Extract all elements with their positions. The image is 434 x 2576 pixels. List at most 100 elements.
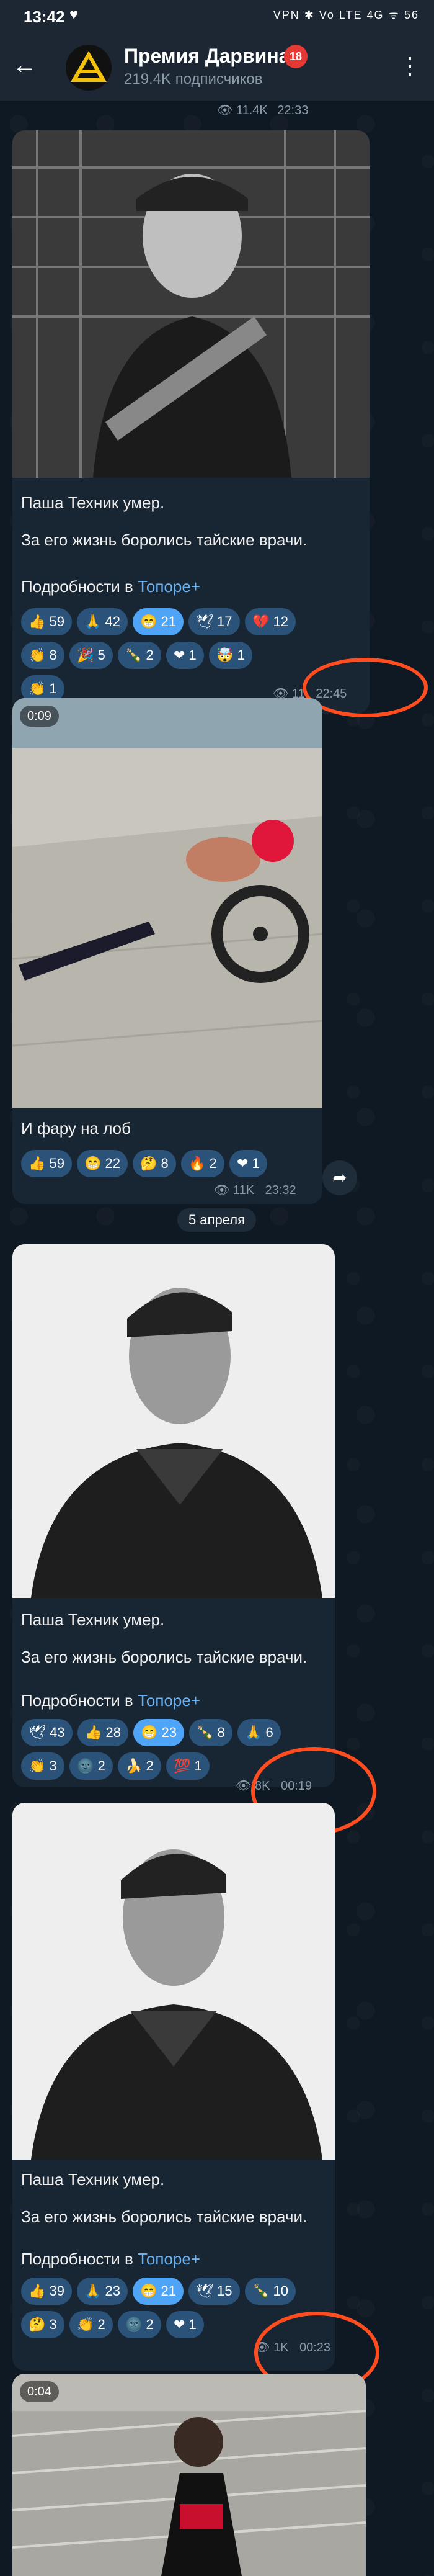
views-icon: 👁 [214, 1183, 230, 1197]
message-photo[interactable] [12, 1244, 335, 1598]
reaction-chip[interactable]: 🕊 17 [188, 608, 240, 635]
reaction-count: 43 [45, 1725, 65, 1740]
reaction-chip[interactable]: ❤ 1 [166, 2311, 204, 2338]
reaction-emoji-icon: 😁 [140, 614, 157, 629]
details-link[interactable]: Топоре+ [138, 2250, 200, 2268]
details-prefix: Подробности в [21, 577, 138, 596]
reaction-chip[interactable]: 🤯 1 [209, 642, 252, 669]
reaction-count: 10 [269, 2283, 288, 2299]
share-button[interactable]: ➦ [322, 1160, 357, 1195]
reaction-chip[interactable]: 👏 3 [21, 1752, 64, 1780]
reaction-emoji-icon: 👏 [77, 2317, 94, 2332]
message-bubble[interactable]: Паша Техник умер. За его жизнь боролись … [12, 1244, 335, 1787]
reaction-emoji-icon: 🙏 [84, 614, 102, 629]
reaction-count: 2 [205, 1156, 217, 1171]
reaction-emoji-icon: 👍 [29, 614, 46, 629]
video-duration: 0:04 [20, 2381, 59, 2402]
details-link[interactable]: Топоре+ [138, 1691, 200, 1710]
reaction-chip[interactable]: 🙏 42 [77, 608, 128, 635]
reaction-chip[interactable]: 🎉 5 [69, 642, 113, 669]
details-prefix: Подробности в [21, 2250, 138, 2268]
message-video[interactable]: 0:09 [12, 698, 322, 1108]
reaction-count: 8 [213, 1725, 225, 1740]
reaction-chip[interactable]: 😁 21 [133, 2278, 184, 2305]
reaction-count: 42 [101, 614, 120, 629]
message-video[interactable]: 0:04 [12, 2374, 366, 2576]
reaction-chip[interactable]: 👏 8 [21, 642, 64, 669]
reaction-chip[interactable]: 😁 21 [133, 608, 184, 635]
reaction-count: 1 [185, 2317, 197, 2332]
reaction-emoji-icon: 👍 [29, 1156, 46, 1171]
reaction-chip[interactable]: 🙏 23 [77, 2278, 128, 2305]
reaction-count: 12 [269, 614, 288, 629]
reaction-chip[interactable]: 👏 2 [69, 2311, 113, 2338]
reaction-count: 8 [157, 1156, 169, 1171]
reaction-chip[interactable]: 🔥 2 [181, 1150, 224, 1177]
reaction-count: 17 [213, 614, 232, 629]
details-link[interactable]: Топоре+ [138, 577, 200, 596]
reaction-emoji-icon: 🕊 [196, 2283, 213, 2299]
reaction-chip[interactable]: 🕊 15 [188, 2278, 240, 2305]
reaction-chip[interactable]: 🍾 8 [189, 1719, 232, 1746]
reaction-count: 2 [142, 647, 154, 663]
reaction-emoji-icon: 🌚 [77, 1758, 94, 1774]
reaction-chip[interactable]: 🤔 8 [133, 1150, 176, 1177]
reaction-count: 23 [101, 2283, 120, 2299]
reaction-chip[interactable]: 👍 59 [21, 1150, 72, 1177]
reaction-chip[interactable]: ❤ 1 [229, 1150, 267, 1177]
reaction-emoji-icon: 🌚 [125, 2317, 143, 2332]
reaction-chip[interactable]: 👍 59 [21, 608, 72, 635]
reaction-emoji-icon: 🤔 [140, 1156, 157, 1171]
channel-title[interactable]: Премия Дарвина [124, 45, 290, 68]
reaction-chip[interactable]: 🤔 3 [21, 2311, 64, 2338]
reaction-count: 21 [157, 2283, 176, 2299]
reaction-chip[interactable]: 💔 12 [245, 608, 296, 635]
reaction-chip[interactable]: ❤ 1 [166, 642, 204, 669]
reaction-chip[interactable]: 🌚 2 [69, 1752, 113, 1780]
reaction-count: 3 [45, 1758, 57, 1774]
reaction-chip[interactable]: 👍 28 [78, 1719, 128, 1746]
message-bubble[interactable]: 0:09 И фару на лоб 👍 59 😁 22 🤔 8 🔥 2 ❤ 1 👁 1… [12, 698, 322, 1204]
more-options-icon[interactable]: ⋮ [398, 51, 422, 82]
reaction-emoji-icon: 🙏 [245, 1725, 262, 1740]
reaction-chip[interactable]: 🍌 2 [118, 1752, 161, 1780]
reaction-count: 1 [185, 647, 197, 663]
view-count: 11K [232, 1183, 255, 1197]
reaction-chip[interactable]: 👍 39 [21, 2278, 72, 2305]
reaction-chip[interactable]: 🕊 43 [21, 1719, 73, 1746]
reaction-emoji-icon: 🍌 [125, 1758, 143, 1774]
reaction-emoji-icon: 🔥 [188, 1156, 206, 1171]
back-arrow-icon[interactable]: ← [12, 50, 37, 81]
reaction-count: 3 [45, 2317, 57, 2332]
reaction-emoji-icon: ❤ [174, 647, 185, 663]
reaction-count: 1 [233, 647, 245, 663]
date-divider: 5 апреля [177, 1208, 256, 1232]
message-text-line: За его жизнь боролись тайские врачи. [21, 1648, 308, 1666]
message-text-line: За его жизнь боролись тайские врачи. [21, 2207, 308, 2226]
channel-avatar[interactable] [66, 45, 112, 91]
message-bubble[interactable]: Паша Техник умер. За его жизнь боролись … [12, 130, 370, 714]
reaction-count: 59 [45, 614, 64, 629]
reaction-chip[interactable]: 🙏 6 [237, 1719, 281, 1746]
reaction-chip[interactable]: 🍾 10 [245, 2278, 296, 2305]
message-bubble[interactable]: 0:04 [12, 2374, 366, 2576]
message-photo[interactable] [12, 130, 370, 478]
message-photo[interactable] [12, 1803, 335, 2160]
message-bubble[interactable]: Паша Техник умер. За его жизнь боролись … [12, 1803, 335, 2371]
reactions-row: 👍 59 🙏 42 😁 21 🕊 17 💔 12 👏 8 🎉 5 🍾 2 ❤ 1 🤯 1 👏 1 [21, 608, 368, 702]
reaction-chip[interactable]: 💯 1 [166, 1752, 210, 1780]
reaction-emoji-icon: 🍾 [197, 1725, 214, 1740]
reaction-emoji-icon: 👏 [29, 647, 46, 663]
reaction-count: 28 [102, 1725, 121, 1740]
video-thumbnail [12, 2374, 366, 2576]
status-bar: 13:42 ♥ VPN ✱ Vo LTE 4G ᯤ 56 [0, 0, 434, 34]
reaction-count: 6 [262, 1725, 273, 1740]
reaction-chip[interactable]: 🍾 2 [118, 642, 161, 669]
reaction-emoji-icon: 👍 [29, 2283, 46, 2299]
details-prefix: Подробности в [21, 1691, 138, 1710]
reaction-chip[interactable]: 😁 23 [133, 1719, 184, 1746]
message-time: 22:33 [277, 104, 309, 117]
reaction-emoji-icon: 🕊 [196, 614, 213, 629]
reaction-chip[interactable]: 🌚 2 [118, 2311, 161, 2338]
reaction-chip[interactable]: 😁 22 [77, 1150, 128, 1177]
